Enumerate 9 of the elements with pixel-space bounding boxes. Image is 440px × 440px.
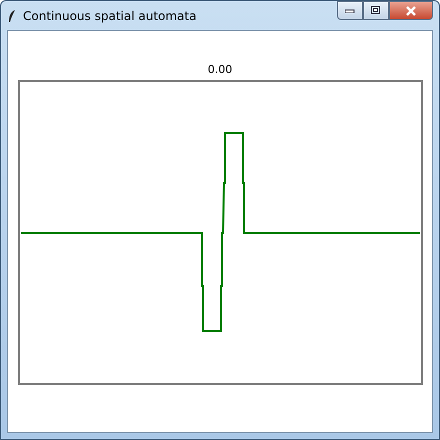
close-button[interactable] [389,1,433,20]
minimize-icon [345,8,355,12]
plot-label: 0.00 [208,62,232,77]
close-icon [405,6,417,16]
maximize-icon [371,6,381,15]
feather-icon [7,8,17,22]
minimize-button[interactable] [337,1,363,20]
window-title: Continuous spatial automata [23,8,196,22]
maximize-button[interactable] [363,1,389,20]
